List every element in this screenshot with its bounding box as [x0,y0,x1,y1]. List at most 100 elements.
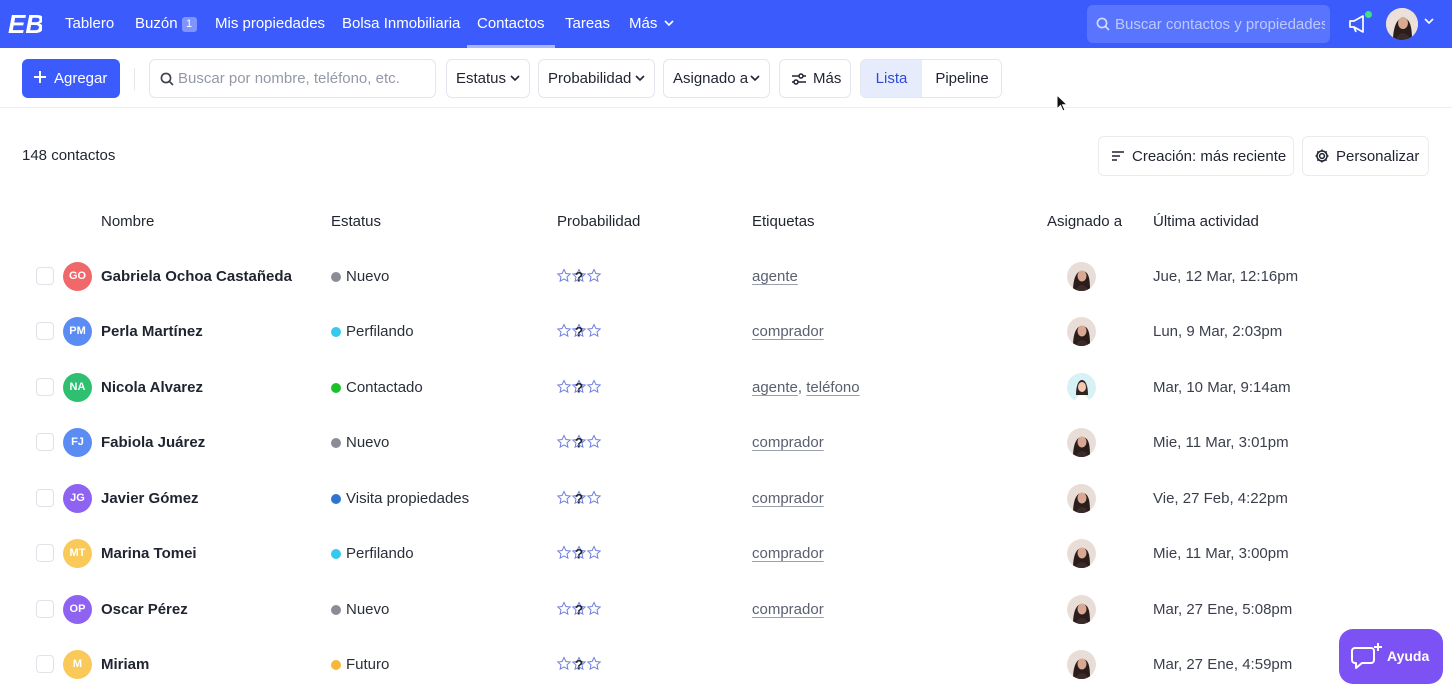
probability-stars[interactable]: ? [556,323,602,340]
sort-icon [1112,151,1124,161]
row-checkbox[interactable] [36,267,54,285]
last-activity: Mar, 27 Ene, 4:59pm [1153,656,1293,673]
probability-stars[interactable]: ? [556,656,602,673]
status-filter-button[interactable]: Estatus [446,59,530,98]
last-activity: Mie, 11 Mar, 3:00pm [1153,545,1289,562]
row-checkbox[interactable] [36,600,54,618]
table-row[interactable]: OP Oscar Pérez Nuevo? comprador Mar, 27 Ene,… [0,582,1452,637]
eb-logo[interactable]: EB [8,10,42,38]
global-search-input[interactable] [1115,5,1325,43]
row-checkbox[interactable] [36,655,54,673]
tag-link[interactable]: comprador [752,323,824,340]
assigned-filter-button[interactable]: Asignado a [663,59,770,98]
filter-label: Estatus [456,70,507,87]
tag-link[interactable]: agente [752,379,798,396]
view-toggle: Lista Pipeline [860,59,1002,98]
nav-tablero[interactable]: Tablero [65,0,114,48]
tag-link[interactable]: comprador [752,434,824,451]
help-button[interactable]: Ayuda [1339,629,1443,684]
table-row[interactable]: PM Perla Martínez Perfilando? comprador Lun,… [0,304,1452,359]
row-checkbox[interactable] [36,433,54,451]
svg-text:?: ? [575,657,584,673]
avatar-image [1386,8,1418,40]
assignee-avatar[interactable] [1067,262,1096,291]
svg-text:EB: EB [8,10,42,38]
customize-button[interactable]: Personalizar [1302,136,1429,176]
add-contact-button[interactable]: Agregar [22,59,120,98]
user-avatar[interactable] [1386,8,1418,40]
tag-link[interactable]: comprador [752,545,824,562]
assignee-avatar[interactable] [1067,428,1096,457]
table-row[interactable]: NA Nicola Alvarez Contactado? agente, teléf… [0,360,1452,415]
contact-status[interactable]: Nuevo [331,268,389,285]
table-row[interactable]: M Miriam Futuro? Mar, 27 Ene, 4:59pm [0,637,1452,692]
row-checkbox[interactable] [36,489,54,507]
nav-buzon[interactable]: Buzón 1 [135,0,197,48]
contact-name[interactable]: Nicola Alvarez [101,379,203,396]
column-header-status[interactable]: Estatus [331,213,381,230]
contact-name[interactable]: Javier Gómez [101,490,199,507]
table-row[interactable]: FJ Fabiola Juárez Nuevo? comprador Mie, 11 M… [0,415,1452,470]
nav-mis-propiedades[interactable]: Mis propiedades [215,0,325,48]
contact-status[interactable]: Contactado [331,379,423,396]
contact-status[interactable]: Futuro [331,656,389,673]
chat-help-icon [1351,643,1382,669]
column-header-probability[interactable]: Probabilidad [557,213,640,230]
tag-link[interactable]: agente [752,268,798,285]
contact-initials-avatar: PM [63,317,92,346]
assignee-avatar[interactable] [1067,373,1096,402]
row-checkbox[interactable] [36,378,54,396]
nav-tareas[interactable]: Tareas [565,0,610,48]
assignee-avatar[interactable] [1067,650,1096,679]
probability-stars[interactable]: ? [556,379,602,396]
mouse-cursor-icon [1056,94,1068,112]
contact-name[interactable]: Gabriela Ochoa Castañeda [101,268,292,285]
more-filters-button[interactable]: Más [779,59,851,98]
contact-name[interactable]: Miriam [101,656,149,673]
probability-stars[interactable]: ? [556,434,602,451]
contact-search[interactable] [149,59,436,98]
probability-stars[interactable]: ? [556,601,602,618]
probability-stars[interactable]: ? [556,490,602,507]
nav-mas[interactable]: Más [629,0,674,48]
assignee-avatar[interactable] [1067,484,1096,513]
contact-tags: comprador [752,434,824,451]
tag-link[interactable]: teléfono [806,379,859,396]
table-row[interactable]: GO Gabriela Ochoa Castañeda Nuevo? agente Ju… [0,249,1452,304]
column-header-tags[interactable]: Etiquetas [752,213,815,230]
assignee-avatar[interactable] [1067,595,1096,624]
probability-stars[interactable]: ? [556,268,602,285]
contact-name[interactable]: Oscar Pérez [101,601,188,618]
contact-tags: comprador [752,545,824,562]
table-row[interactable]: MT Marina Tomei Perfilando? comprador Mie, 1… [0,526,1452,581]
contact-name[interactable]: Fabiola Juárez [101,434,205,451]
contact-status[interactable]: Nuevo [331,434,389,451]
column-header-name[interactable]: Nombre [101,213,154,230]
global-search[interactable] [1087,5,1330,43]
contact-name[interactable]: Perla Martínez [101,323,203,340]
row-checkbox[interactable] [36,544,54,562]
chevron-down-icon[interactable] [1424,18,1434,25]
column-header-assigned[interactable]: Asignado a [1047,213,1122,230]
column-header-activity[interactable]: Última actividad [1153,213,1259,230]
tag-link[interactable]: comprador [752,490,824,507]
contact-status[interactable]: Perfilando [331,545,414,562]
probability-stars[interactable]: ? [556,545,602,562]
contact-search-input[interactable] [178,60,430,97]
sort-button[interactable]: Creación: más reciente [1098,136,1294,176]
nav-contactos[interactable]: Contactos [467,0,555,48]
assignee-avatar[interactable] [1067,317,1096,346]
contact-status[interactable]: Perfilando [331,323,414,340]
nav-bolsa-inmobiliaria[interactable]: Bolsa Inmobiliaria [342,0,460,48]
table-row[interactable]: JG Javier Gómez Visita propiedades? comprad… [0,471,1452,526]
probability-filter-button[interactable]: Probabilidad [538,59,655,98]
list-view-button[interactable]: Lista [861,60,922,97]
tag-link[interactable]: comprador [752,601,824,618]
contact-status[interactable]: Nuevo [331,601,389,618]
pipeline-view-button[interactable]: Pipeline [922,60,1001,97]
row-checkbox[interactable] [36,322,54,340]
assignee-avatar[interactable] [1067,539,1096,568]
contact-name[interactable]: Marina Tomei [101,545,197,562]
status-label: Visita propiedades [346,490,470,507]
contact-status[interactable]: Visita propiedades [331,490,469,507]
